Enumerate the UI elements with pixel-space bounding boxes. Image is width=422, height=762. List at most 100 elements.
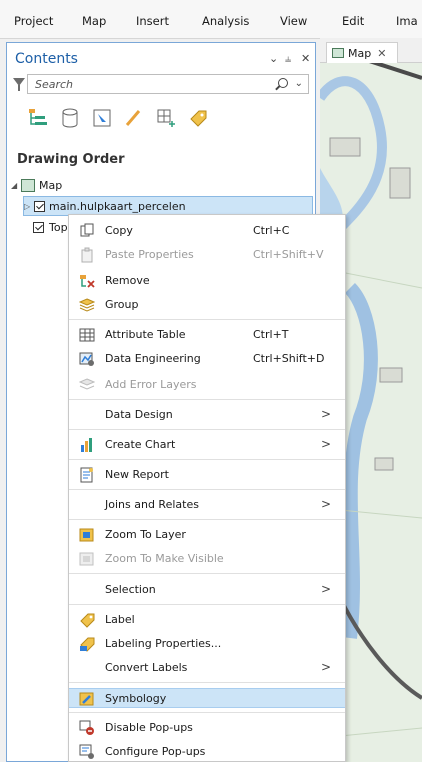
search-row: ⌄ (11, 74, 311, 96)
menu-item-symbology[interactable]: Symbology (69, 688, 345, 708)
menu-separator (69, 459, 345, 460)
search-input[interactable] (33, 77, 257, 92)
menu-item-label: New Report (105, 468, 169, 481)
filter-icon[interactable] (13, 78, 25, 91)
data-engineering-icon (79, 352, 94, 366)
ribbon-tab-view[interactable]: View (280, 14, 307, 28)
layer-context-menu: Copy Ctrl+C Paste Properties Ctrl+Shift+… (68, 214, 346, 762)
list-by-editing-icon[interactable] (123, 107, 145, 129)
ribbon-tab-analysis[interactable]: Analysis (202, 14, 249, 28)
list-by-labeling-icon[interactable] (187, 107, 209, 129)
list-by-selection-icon[interactable] (91, 107, 113, 129)
menu-item-convert-labels[interactable]: Convert Labels > (69, 658, 345, 678)
ribbon-tab-project[interactable]: Project (14, 14, 53, 28)
list-by-drawing-order-icon[interactable] (27, 107, 49, 129)
tree-item-map[interactable]: ◢ Map (11, 175, 62, 195)
pin-icon[interactable]: ⫨ (285, 52, 291, 66)
expand-triangle-icon[interactable]: ▷ (24, 202, 34, 211)
menu-item-create-chart[interactable]: Create Chart > (69, 435, 345, 455)
menu-item-label: Add Error Layers (105, 378, 197, 391)
zoom-to-layer-icon (79, 528, 94, 542)
menu-item-data-engineering[interactable]: Data Engineering Ctrl+Shift+D (69, 349, 345, 369)
menu-item-label-layer[interactable]: Label (69, 610, 345, 630)
map-view-tab[interactable]: Map ✕ (326, 42, 398, 63)
menu-item-group[interactable]: Group (69, 295, 345, 315)
menu-separator (69, 429, 345, 430)
menu-item-label: Symbology (105, 692, 167, 705)
zoom-to-make-visible-icon (79, 552, 94, 566)
menu-item-remove[interactable]: Remove (69, 271, 345, 291)
map-icon (21, 178, 35, 192)
map-tab-label: Map (348, 46, 372, 60)
label-icon (80, 613, 95, 628)
submenu-arrow-icon: > (320, 660, 331, 674)
menu-item-label: Group (105, 298, 139, 311)
ribbon-tab-edit[interactable]: Edit (342, 14, 364, 28)
labeling-properties-icon (80, 637, 95, 652)
menu-item-label: Labeling Properties... (105, 637, 222, 650)
group-layers-icon (79, 298, 95, 312)
menu-item-label: Disable Pop-ups (105, 721, 193, 734)
list-by-snapping-icon[interactable] (155, 107, 177, 129)
menu-item-label: Remove (105, 274, 150, 287)
ribbon-tab-imagery[interactable]: Ima (396, 14, 418, 28)
pane-menu-chevron-icon[interactable]: ⌄ (269, 52, 278, 65)
menu-item-data-design[interactable]: Data Design > (69, 405, 345, 425)
map-tab-strip: Map ✕ (320, 38, 422, 63)
add-error-layers-icon (79, 378, 95, 390)
menu-item-shortcut: Ctrl+Shift+D (253, 352, 325, 365)
menu-item-label: Zoom To Make Visible (105, 552, 224, 565)
layer-label: main.hulpkaart_percelen (49, 199, 186, 213)
menu-item-label: Zoom To Layer (105, 528, 186, 541)
menu-separator (69, 319, 345, 320)
layer-label: Top (49, 220, 68, 234)
paste-icon (81, 247, 93, 263)
menu-item-new-report[interactable]: New Report (69, 465, 345, 485)
visibility-checkbox[interactable] (34, 200, 45, 212)
menu-item-label: Data Engineering (105, 352, 201, 365)
tree-item-layer-percelen[interactable]: ▷ main.hulpkaart_percelen (23, 196, 313, 216)
configure-popups-icon (79, 744, 94, 759)
chevron-down-icon[interactable]: ⌄ (295, 78, 303, 89)
menu-item-copy[interactable]: Copy Ctrl+C (69, 221, 345, 241)
collapse-triangle-icon[interactable]: ◢ (11, 181, 21, 190)
menu-separator (69, 489, 345, 490)
menu-item-add-error-layers: Add Error Layers (69, 375, 345, 395)
menu-item-label: Label (105, 613, 135, 626)
attribute-table-icon (79, 328, 95, 342)
menu-item-configure-popups[interactable]: Configure Pop-ups (69, 742, 345, 761)
close-icon[interactable]: ✕ (301, 52, 310, 65)
close-icon[interactable]: ✕ (377, 47, 386, 60)
visibility-checkbox[interactable] (33, 221, 44, 233)
remove-layer-icon (80, 275, 95, 288)
pane-title: Contents (15, 51, 78, 67)
ribbon-tab-insert[interactable]: Insert (136, 14, 169, 28)
menu-item-labeling-properties[interactable]: Labeling Properties... (69, 634, 345, 654)
menu-item-paste-properties: Paste Properties Ctrl+Shift+V (69, 245, 345, 265)
tree-item-layer-top[interactable]: Top (33, 217, 68, 237)
list-by-source-icon[interactable] (59, 107, 81, 129)
menu-separator (69, 399, 345, 400)
map-tab-icon (332, 48, 344, 58)
menu-item-zoom-to-layer[interactable]: Zoom To Layer (69, 525, 345, 545)
menu-item-label: Joins and Relates (105, 498, 199, 511)
menu-item-attribute-table[interactable]: Attribute Table Ctrl+T (69, 325, 345, 345)
menu-item-joins-and-relates[interactable]: Joins and Relates > (69, 495, 345, 515)
ribbon-tab-map[interactable]: Map (82, 14, 106, 28)
menu-separator (69, 712, 345, 713)
menu-item-label: Paste Properties (105, 248, 194, 261)
menu-item-label: Convert Labels (105, 661, 188, 674)
menu-separator (69, 519, 345, 520)
drawing-order-heading: Drawing Order (17, 152, 125, 167)
search-box: ⌄ (27, 74, 309, 94)
menu-item-shortcut: Ctrl+Shift+V (253, 248, 324, 261)
menu-item-shortcut: Ctrl+T (253, 328, 289, 341)
menu-item-disable-popups[interactable]: Disable Pop-ups (69, 718, 345, 738)
menu-item-selection[interactable]: Selection > (69, 580, 345, 600)
search-icon[interactable] (278, 78, 288, 88)
chart-icon (81, 438, 92, 452)
menu-separator (69, 604, 345, 605)
disable-popups-icon (79, 720, 94, 735)
submenu-arrow-icon: > (320, 437, 331, 451)
menu-item-zoom-to-make-visible: Zoom To Make Visible (69, 549, 345, 569)
